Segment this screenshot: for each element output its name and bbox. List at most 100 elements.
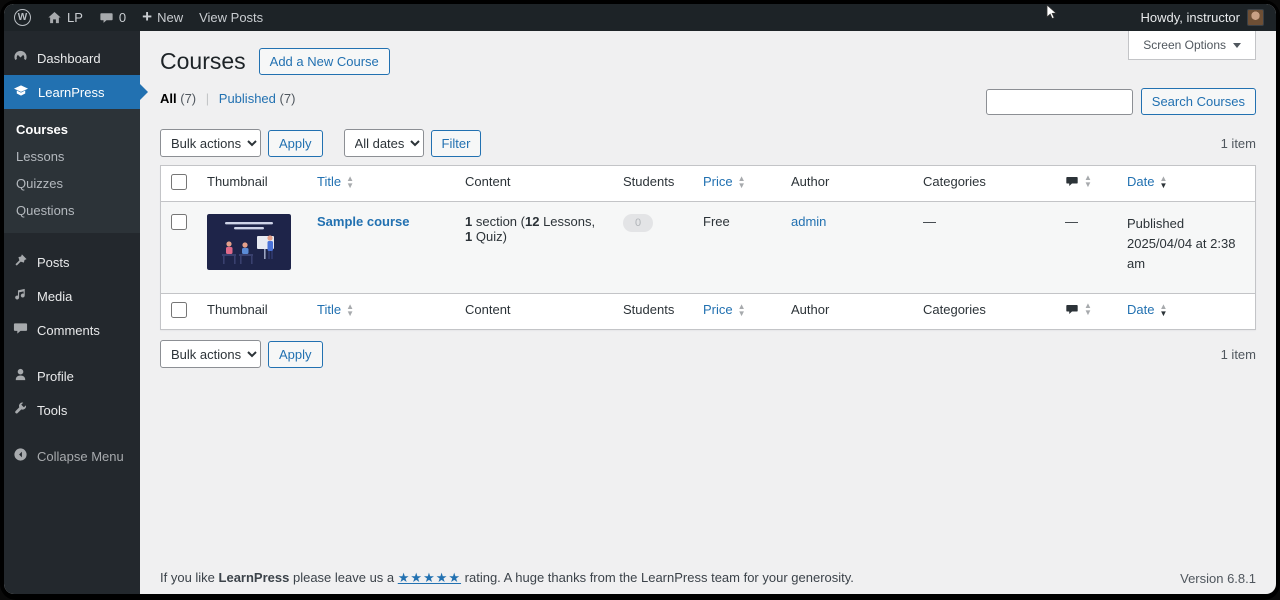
column-date-sort[interactable]: Date ▲ ▼ [1127, 302, 1167, 317]
comments-icon [13, 321, 28, 339]
column-price-sort[interactable]: Price ▲ ▼ [703, 174, 746, 189]
comment-bubble-icon [1066, 176, 1078, 186]
view-filter-all[interactable]: All [160, 91, 177, 106]
sidebar-item-label: Collapse Menu [37, 448, 124, 464]
course-categories: — [913, 201, 1055, 294]
column-comments-sort[interactable]: ▲ ▼ [1065, 301, 1092, 317]
footer-thanks-text: If you like LearnPress please leave us a… [160, 570, 854, 585]
admin-bar-comments[interactable]: 0 [99, 10, 126, 25]
course-thumbnail[interactable] [207, 214, 291, 270]
window-frame: W LP 0 + New View Posts Howdy, instructo… [0, 0, 1280, 600]
apply-button-bottom[interactable]: Apply [268, 340, 323, 368]
sidebar-item-label: Media [37, 288, 73, 304]
sort-arrows-icon: ▲ ▼ [346, 301, 354, 318]
search-input[interactable] [985, 88, 1133, 115]
comment-bubble-icon [1066, 304, 1078, 314]
view-filter-separator: | [205, 91, 210, 106]
view-filter-published[interactable]: Published [219, 91, 276, 106]
sidebar-item-learnpress[interactable]: LearnPress [4, 75, 148, 109]
wrench-icon [13, 401, 28, 419]
learnpress-brand: LearnPress [218, 570, 290, 585]
sidebar-item-tools[interactable]: Tools [4, 393, 140, 427]
apply-button[interactable]: Apply [268, 129, 323, 157]
account-menu[interactable]: Howdy, instructor [1141, 9, 1264, 26]
sidebar-item-posts[interactable]: Posts [4, 245, 140, 279]
sort-arrows-icon: ▲ ▼ [1159, 173, 1168, 190]
user-avatar [1247, 9, 1264, 26]
view-filter-published-count: (7) [279, 91, 296, 106]
howdy-label: Howdy, instructor [1140, 10, 1240, 25]
collapse-menu-button[interactable]: Collapse Menu [4, 439, 140, 473]
submenu-item-questions[interactable]: Questions [4, 197, 140, 224]
submenu-item-lessons[interactable]: Lessons [4, 143, 140, 170]
column-title-sort[interactable]: Title ▲ ▼ [317, 174, 354, 189]
sidebar-item-comments[interactable]: Comments [4, 313, 140, 347]
dates-filter-select[interactable]: All dates [343, 129, 424, 157]
learnpress-submenu: Courses Lessons Quizzes Questions [4, 109, 140, 233]
site-menu[interactable]: LP [47, 10, 83, 25]
publish-date: 2025/04/04 at 2:38 am [1127, 236, 1236, 272]
course-comments: — [1055, 201, 1117, 294]
row-checkbox[interactable] [171, 214, 187, 230]
chevron-down-icon [1233, 42, 1241, 52]
courses-table: Thumbnail Title ▲ ▼ Content Students Price… [160, 165, 1256, 330]
author-link[interactable]: admin [791, 214, 826, 229]
dashboard-icon [13, 49, 28, 67]
sidebar-item-media[interactable]: Media [4, 279, 140, 313]
column-categories: Categories [913, 293, 1055, 330]
screen-options-label: Screen Options [1143, 38, 1226, 52]
sort-arrows-icon: ▲ ▼ [1084, 173, 1092, 189]
sidebar-item-label: Comments [37, 322, 100, 338]
column-title-sort[interactable]: Title ▲ ▼ [317, 302, 354, 317]
column-students: Students [613, 165, 693, 202]
add-new-course-button[interactable]: Add a New Course [258, 48, 390, 75]
sort-arrows-icon: ▲ ▼ [737, 301, 746, 318]
select-all-checkbox[interactable] [171, 174, 187, 190]
media-note-icon [13, 287, 28, 305]
filter-button[interactable]: Filter [430, 129, 482, 157]
column-comments-sort[interactable]: ▲ ▼ [1065, 173, 1092, 189]
table-footer-row: Thumbnail Title ▲ ▼ Content Students Price… [160, 293, 1256, 330]
bulk-actions-select[interactable]: Bulk actions [160, 129, 261, 157]
sidebar-item-label: Profile [37, 368, 74, 384]
main-content: Screen Options Courses Add a New Course … [140, 31, 1276, 594]
column-students: Students [613, 293, 693, 330]
screen-options-button[interactable]: Screen Options [1128, 31, 1256, 60]
column-price-sort[interactable]: Price ▲ ▼ [703, 302, 746, 317]
view-posts-label: View Posts [199, 10, 264, 25]
view-posts-link[interactable]: View Posts [199, 10, 263, 25]
sidebar-item-profile[interactable]: Profile [4, 359, 140, 393]
select-all-checkbox[interactable] [171, 302, 187, 318]
comment-count: 0 [118, 10, 127, 25]
column-thumbnail: Thumbnail [197, 293, 307, 330]
graduation-cap-icon [13, 83, 29, 101]
bulk-actions-select-bottom[interactable]: Bulk actions [160, 340, 261, 368]
pushpin-icon [13, 253, 28, 271]
home-icon [47, 11, 62, 25]
search-courses-button[interactable]: Search Courses [1140, 88, 1256, 115]
sidebar-item-label: Dashboard [37, 50, 101, 66]
sidebar-item-label: LearnPress [38, 84, 105, 100]
column-categories: Categories [913, 165, 1055, 202]
column-thumbnail: Thumbnail [197, 165, 307, 202]
submenu-item-quizzes[interactable]: Quizzes [4, 170, 140, 197]
sort-arrows-icon: ▲ ▼ [1084, 301, 1092, 317]
sort-arrows-icon: ▲ ▼ [346, 173, 354, 190]
sidebar-item-label: Tools [37, 402, 68, 418]
publish-status: Published [1127, 216, 1185, 231]
site-name: LP [67, 10, 83, 25]
collapse-arrow-icon [13, 447, 28, 465]
sidebar-item-dashboard[interactable]: Dashboard [4, 41, 140, 75]
course-row: Sample course 1 section (12 Lessons, 1 Q… [160, 201, 1256, 294]
column-date-sort[interactable]: Date ▲ ▼ [1127, 174, 1167, 189]
new-content-menu[interactable]: + New [142, 8, 184, 25]
new-label: New [157, 10, 184, 25]
column-author: Author [781, 165, 913, 202]
rating-stars-link[interactable]: ★★★★★ [398, 570, 461, 585]
submenu-item-courses[interactable]: Courses [4, 116, 140, 143]
admin-bar-left: W LP 0 + New View Posts [14, 8, 263, 26]
column-content: Content [455, 165, 613, 202]
course-title-link[interactable]: Sample course [317, 214, 410, 229]
wordpress-logo-icon[interactable]: W [14, 9, 31, 26]
view-filters: All (7) | Published (7) [160, 88, 295, 106]
